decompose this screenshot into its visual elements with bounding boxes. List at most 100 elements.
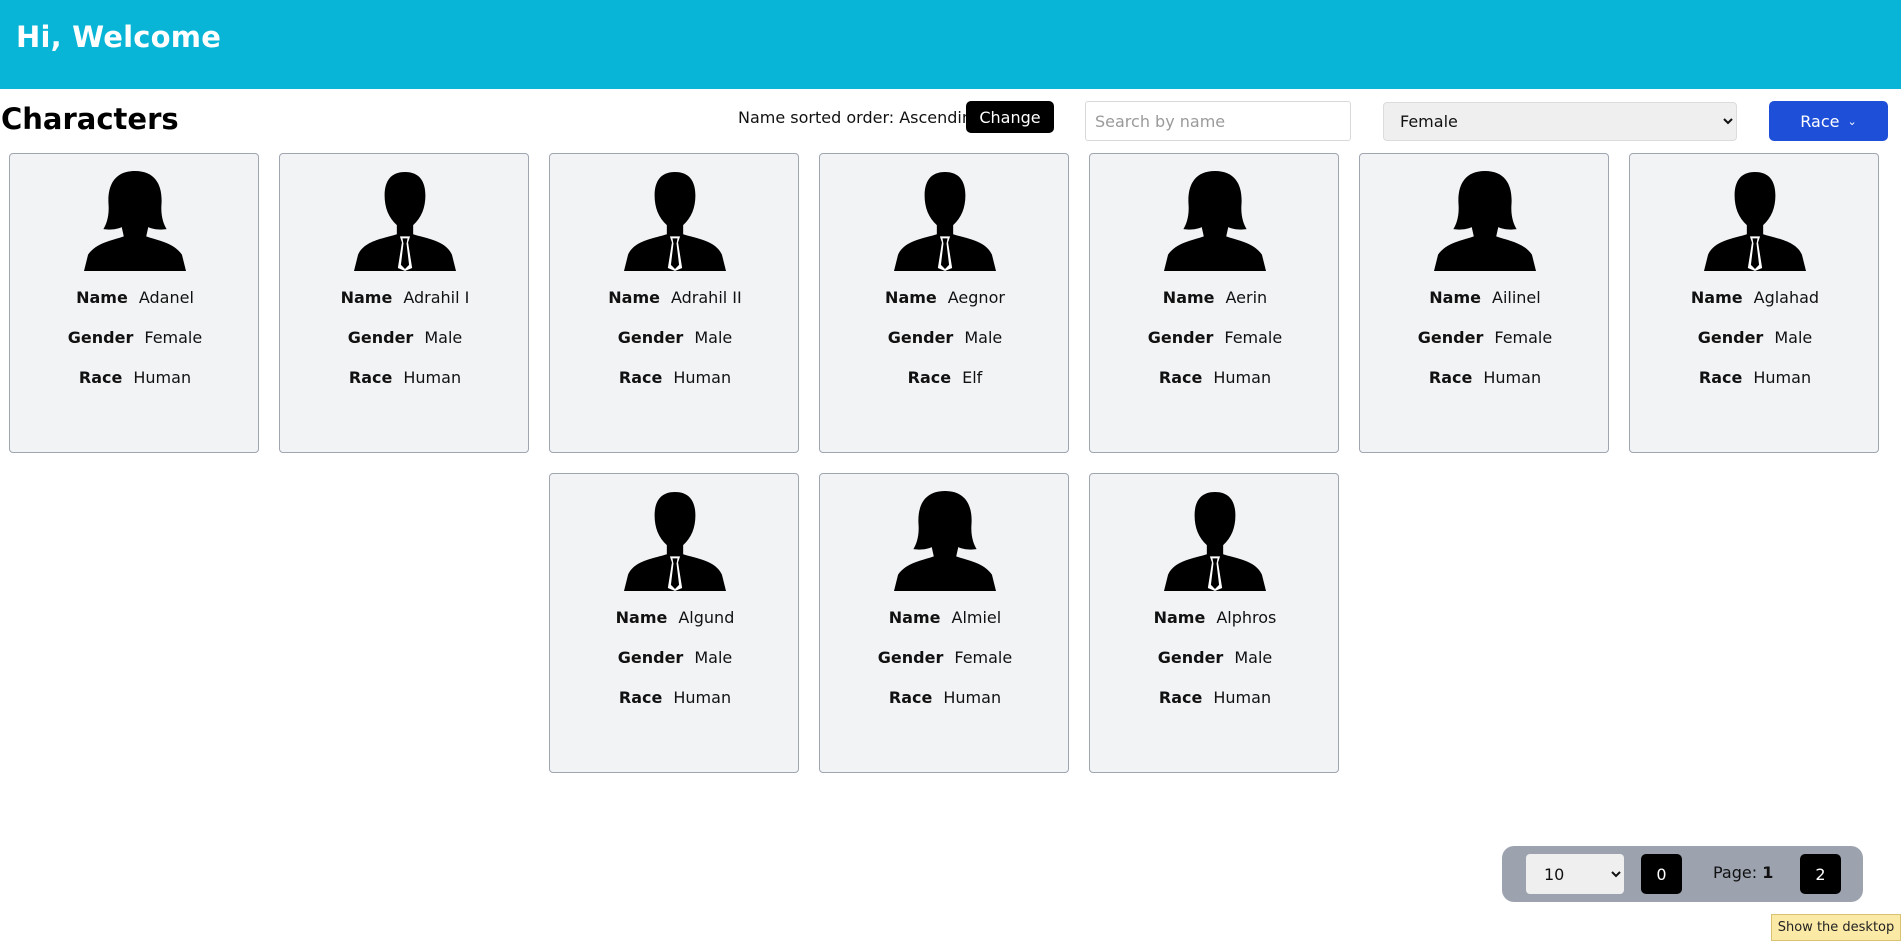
race-label: Race [1428, 368, 1473, 387]
prev-page-button[interactable]: 0 [1641, 854, 1682, 894]
race-value: Human [673, 688, 732, 707]
race-row: Race Human [820, 688, 1070, 708]
welcome-greeting: Hi, Welcome [16, 20, 222, 54]
race-value: Human [943, 688, 1002, 707]
character-card[interactable]: Name Aglahad Gender Male Race Human [1629, 153, 1879, 453]
page-indicator: Page: 1 [1713, 863, 1773, 882]
gender-row: Gender Male [550, 648, 800, 668]
male-avatar-icon [1704, 172, 1806, 271]
character-card[interactable]: Name Aegnor Gender Male Race Elf [819, 153, 1069, 453]
name-value: Adrahil II [670, 288, 742, 307]
race-button-label: Race [1800, 111, 1840, 131]
gender-row: Gender Male [1630, 328, 1880, 348]
race-label: Race [1158, 368, 1203, 387]
character-card[interactable]: Name Adanel Gender Female Race Human [9, 153, 259, 453]
gender-row: Gender Male [1090, 648, 1340, 668]
male-avatar-icon [624, 172, 726, 271]
female-avatar-icon [1434, 171, 1536, 271]
gender-label: Gender [887, 328, 954, 347]
name-row: Name Almiel [820, 608, 1070, 628]
gender-row: Gender Male [550, 328, 800, 348]
next-page-button[interactable]: 2 [1800, 854, 1841, 894]
race-label: Race [618, 688, 663, 707]
character-card[interactable]: Name Aerin Gender Female Race Human [1089, 153, 1339, 453]
race-value: Human [673, 368, 732, 387]
race-value: Human [133, 368, 192, 387]
character-card[interactable]: Name Ailinel Gender Female Race Human [1359, 153, 1609, 453]
name-row: Name Aegnor [820, 288, 1070, 308]
gender-filter-select[interactable]: Female [1383, 102, 1737, 141]
race-row: Race Human [550, 688, 800, 708]
gender-label: Gender [617, 328, 684, 347]
gender-value: Male [1774, 328, 1813, 347]
male-avatar-icon [354, 172, 456, 271]
race-value: Human [403, 368, 462, 387]
gender-value: Female [954, 648, 1013, 667]
gender-label: Gender [347, 328, 414, 347]
gender-value: Female [1494, 328, 1553, 347]
name-value: Ailinel [1492, 288, 1541, 307]
race-row: Race Human [550, 368, 800, 388]
gender-label: Gender [1157, 648, 1224, 667]
name-value: Adrahil I [403, 288, 470, 307]
search-input[interactable] [1085, 101, 1351, 141]
character-card[interactable]: Name Algund Gender Male Race Human [549, 473, 799, 773]
gender-row: Gender Female [820, 648, 1070, 668]
name-label: Name [340, 288, 393, 307]
page-label: Page: [1713, 863, 1758, 882]
gender-value: Male [424, 328, 463, 347]
race-label: Race [1158, 688, 1203, 707]
character-card[interactable]: Name Almiel Gender Female Race Human [819, 473, 1069, 773]
show-desktop-button[interactable]: Show the desktop [1771, 914, 1901, 941]
character-card[interactable]: Name Adrahil II Gender Male Race Human [549, 153, 799, 453]
name-value: Algund [678, 608, 735, 627]
race-label: Race [78, 368, 123, 387]
name-value: Aerin [1225, 288, 1268, 307]
name-value: Adanel [138, 288, 194, 307]
name-row: Name Aglahad [1630, 288, 1880, 308]
change-sort-button[interactable]: Change [966, 101, 1054, 133]
name-row: Name Algund [550, 608, 800, 628]
gender-row: Gender Female [10, 328, 260, 348]
male-avatar-icon [1164, 492, 1266, 591]
name-row: Name Adrahil II [550, 288, 800, 308]
name-row: Name Ailinel [1360, 288, 1610, 308]
app-header: Hi, Welcome [0, 0, 1901, 89]
male-avatar-icon [624, 492, 726, 591]
race-value: Elf [962, 368, 983, 387]
name-label: Name [885, 288, 937, 307]
race-row: Race Human [1360, 368, 1610, 388]
name-label: Name [888, 608, 941, 627]
character-card[interactable]: Name Adrahil I Gender Male Race Human [279, 153, 529, 453]
gender-value: Male [964, 328, 1003, 347]
name-value: Aglahad [1753, 288, 1820, 307]
gender-row: Gender Female [1090, 328, 1340, 348]
gender-label: Gender [617, 648, 684, 667]
name-label: Name [608, 288, 660, 307]
name-row: Name Aerin [1090, 288, 1340, 308]
character-card[interactable]: Name Alphros Gender Male Race Human [1089, 473, 1339, 773]
female-avatar-icon [84, 171, 186, 271]
gender-label: Gender [1147, 328, 1214, 347]
gender-value: Female [1224, 328, 1283, 347]
race-row: Race Human [280, 368, 530, 388]
name-row: Name Adanel [10, 288, 260, 308]
chevron-down-icon: ⌄ [1847, 114, 1857, 128]
race-value: Human [1213, 368, 1272, 387]
race-label: Race [348, 368, 393, 387]
name-row: Name Alphros [1090, 608, 1340, 628]
name-value: Almiel [951, 608, 1002, 627]
race-dropdown-button[interactable]: Race ⌄ [1769, 101, 1888, 141]
name-row: Name Adrahil I [280, 288, 530, 308]
page-title: Characters [1, 102, 179, 136]
name-label: Name [1429, 288, 1481, 307]
race-value: Human [1213, 688, 1272, 707]
race-row: Race Elf [820, 368, 1070, 388]
gender-label: Gender [67, 328, 134, 347]
name-label: Name [1153, 608, 1206, 627]
current-page-number: 1 [1762, 863, 1774, 882]
name-value: Alphros [1216, 608, 1277, 627]
gender-value: Female [144, 328, 203, 347]
name-label: Name [1690, 288, 1743, 307]
page-size-select[interactable]: 10 [1526, 854, 1624, 894]
